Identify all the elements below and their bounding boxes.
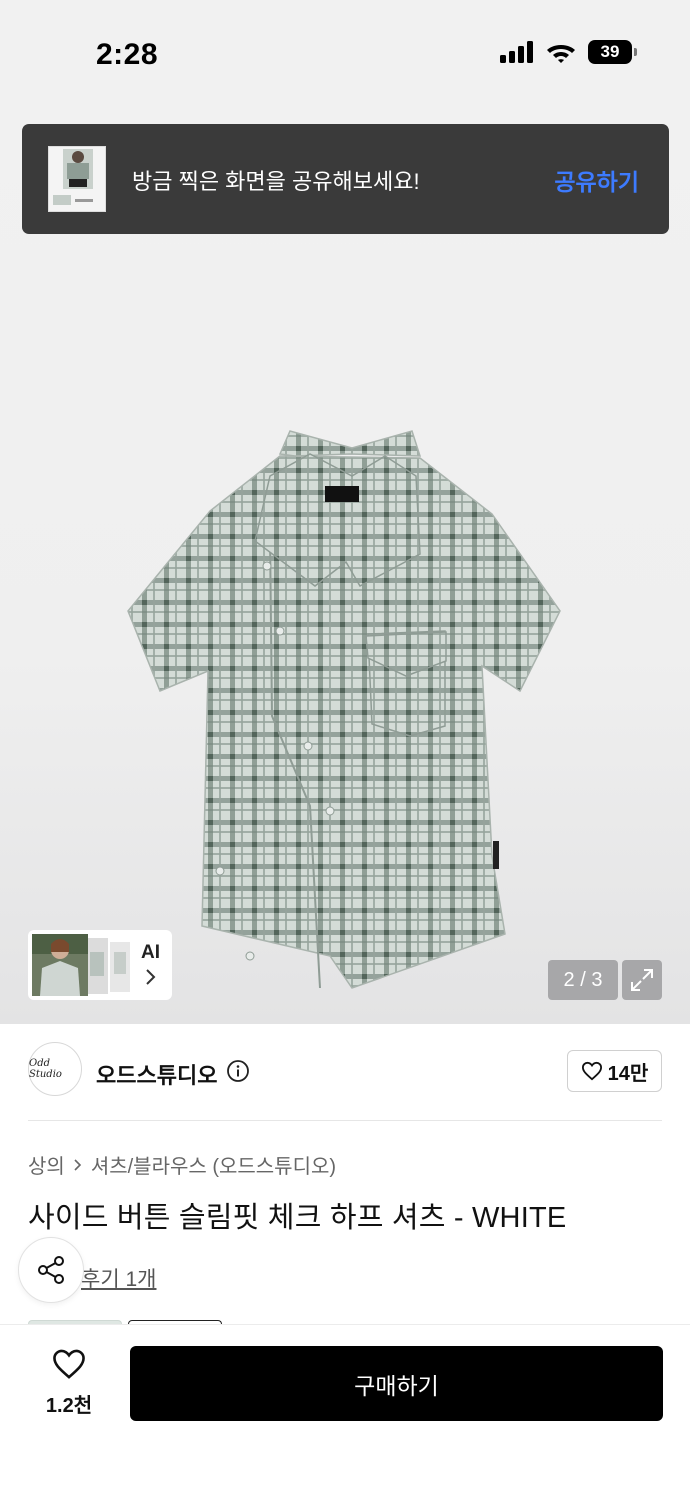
wishlist-button[interactable]: 1.2천 bbox=[40, 1348, 98, 1418]
share-button[interactable] bbox=[18, 1237, 84, 1303]
chevron-right-icon bbox=[146, 969, 156, 985]
wifi-icon bbox=[547, 45, 575, 63]
buy-button[interactable]: 구매하기 bbox=[130, 1346, 663, 1421]
breadcrumb: 상의 셔츠/블라우스 (오드스튜디오) bbox=[28, 1150, 336, 1179]
brand-name[interactable]: 오드스튜디오 bbox=[96, 1058, 217, 1090]
heart-icon bbox=[53, 1349, 85, 1379]
status-indicators: 39 bbox=[500, 40, 637, 64]
heart-icon bbox=[581, 1061, 602, 1081]
share-screenshot-banner[interactable]: 방금 찍은 화면을 공유해보세요! 공유하기 bbox=[22, 124, 669, 234]
share-banner-action[interactable]: 공유하기 bbox=[554, 163, 639, 197]
product-title: 사이드 버튼 슬림핏 체크 하프 셔츠 - WHITE bbox=[28, 1202, 567, 1234]
brand-row: Odd Studio 오드스튜디오 14만 bbox=[28, 1042, 662, 1100]
divider bbox=[28, 1120, 662, 1121]
expand-image-button[interactable] bbox=[622, 960, 662, 1000]
status-time: 2:28 bbox=[96, 38, 159, 71]
brand-logo[interactable]: Odd Studio bbox=[28, 1042, 82, 1096]
brand-like-button[interactable]: 14만 bbox=[567, 1050, 662, 1092]
wishlist-count: 1.2천 bbox=[45, 1395, 93, 1417]
info-icon[interactable] bbox=[226, 1059, 250, 1083]
status-bar: 2:28 39 bbox=[0, 0, 690, 110]
chevron-right-icon bbox=[74, 1158, 81, 1171]
expand-icon bbox=[631, 969, 653, 991]
ai-label: AI bbox=[141, 942, 160, 963]
ai-styling-photos bbox=[32, 934, 130, 996]
product-image-gallery[interactable] bbox=[0, 110, 690, 1024]
review-link[interactable]: 후기 1개 bbox=[81, 1263, 156, 1293]
share-icon bbox=[38, 1256, 64, 1284]
image-page-counter: 2 / 3 bbox=[548, 960, 618, 1000]
brand-like-count: 14만 bbox=[607, 1062, 649, 1085]
ai-styling-thumbnail[interactable]: AI bbox=[28, 930, 172, 1000]
signal-icon bbox=[500, 41, 533, 63]
product-image-shirt bbox=[127, 430, 561, 989]
breadcrumb-subcategory[interactable]: 셔츠/블라우스 (오드스튜디오) bbox=[91, 1150, 336, 1179]
battery-icon: 39 bbox=[588, 40, 637, 64]
breadcrumb-category[interactable]: 상의 bbox=[28, 1150, 65, 1179]
share-banner-text: 방금 찍은 화면을 공유해보세요! bbox=[132, 169, 420, 194]
screenshot-thumbnail bbox=[48, 146, 106, 212]
